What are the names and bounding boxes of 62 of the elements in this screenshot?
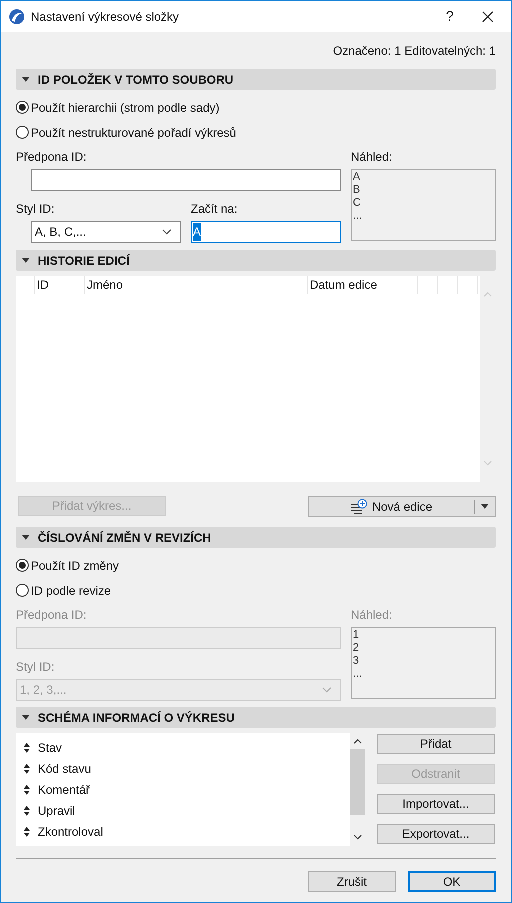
chevron-icon (162, 229, 172, 235)
list-item[interactable]: Stav (38, 738, 62, 756)
dialog-button[interactable]: Zrušit (308, 871, 396, 892)
reorder-icon[interactable] (24, 826, 30, 836)
radio-label: Použít nestrukturované pořadí výkresů (31, 124, 236, 142)
list-item[interactable]: Komentář (38, 780, 90, 798)
dialog-button[interactable]: Importovat... (377, 794, 495, 814)
list-item[interactable]: Upravil (38, 802, 76, 820)
section-title: ID POLOŽEK V TOMTO SOUBORU (38, 72, 234, 88)
radio-label: Použít ID změny (31, 558, 120, 574)
caret-icon (22, 715, 30, 720)
radio-button[interactable] (16, 559, 29, 572)
window-title: Nastavení výkresové složky (31, 8, 180, 26)
radio-button[interactable] (16, 101, 29, 114)
scrollbar-thumb[interactable] (350, 749, 365, 815)
caret-icon (22, 535, 30, 540)
reorder-icon[interactable] (24, 764, 30, 774)
add-document-icon (350, 498, 368, 514)
column-header[interactable]: Jméno (85, 276, 308, 294)
radio-button[interactable] (16, 126, 29, 139)
list-item[interactable]: Zkontroloval (38, 822, 104, 840)
section-header[interactable]: ID POLOŽEK V TOMTO SOUBORU (16, 69, 496, 90)
app-logo-icon (9, 8, 25, 24)
radio-label: ID podle revize (31, 582, 112, 600)
new-edition-button[interactable]: Nová edice (308, 496, 496, 517)
preview-box: 1 2 3 ... (351, 627, 496, 699)
start-label: Začít na: (191, 203, 239, 216)
reorder-icon[interactable] (24, 784, 30, 794)
preview-label: Náhled: (351, 609, 394, 622)
close-icon (482, 10, 494, 22)
column-header[interactable]: Datum edice (308, 276, 418, 294)
selection-status: Označeno: 1 Editovatelných: 1 (333, 42, 496, 60)
list-item[interactable]: Kód stavu (38, 760, 92, 778)
style-label: Styl ID: (16, 661, 56, 674)
scroll-down-icon[interactable] (354, 835, 362, 840)
dialog-button[interactable]: OK (408, 871, 496, 892)
preview-label: Náhled: (351, 151, 394, 164)
caret-icon (22, 258, 30, 263)
dialog-button[interactable]: Exportovat... (377, 824, 495, 844)
radio-label: Použít hierarchii (strom podle sady) (31, 100, 220, 116)
section-title: ČÍSLOVÁNÍ ZMĚN V REVIZÍCH (38, 530, 212, 546)
section-title: HISTORIE EDICÍ (38, 252, 130, 270)
section-header[interactable]: SCHÉMA INFORMACÍ O VÝKRESU (16, 707, 496, 728)
preview-box: A B C ... (351, 169, 496, 241)
section-header[interactable]: HISTORIE EDICÍ (16, 250, 496, 271)
chevron-icon (322, 687, 332, 693)
prefix-label: Předpona ID: (16, 609, 88, 622)
prefix-label: Předpona ID: (16, 151, 88, 164)
scroll-up-icon[interactable] (354, 739, 362, 744)
section-title: SCHÉMA INFORMACÍ O VÝKRESU (38, 710, 235, 726)
dialog-button[interactable]: Přidat (377, 734, 495, 754)
section-header[interactable]: ČÍSLOVÁNÍ ZMĚN V REVIZÍCH (16, 527, 496, 548)
reorder-icon[interactable] (24, 742, 30, 752)
style-dropdown[interactable]: A, B, C,... (31, 221, 181, 243)
help-button[interactable]: ? (435, 6, 465, 27)
radio-button[interactable] (16, 584, 29, 597)
style-label: Styl ID: (16, 203, 56, 216)
column-header[interactable]: ID (35, 276, 85, 294)
start-field[interactable]: A (191, 221, 341, 243)
reorder-icon[interactable] (24, 806, 30, 816)
caret-icon (22, 77, 30, 82)
prefix-field[interactable] (31, 169, 341, 191)
